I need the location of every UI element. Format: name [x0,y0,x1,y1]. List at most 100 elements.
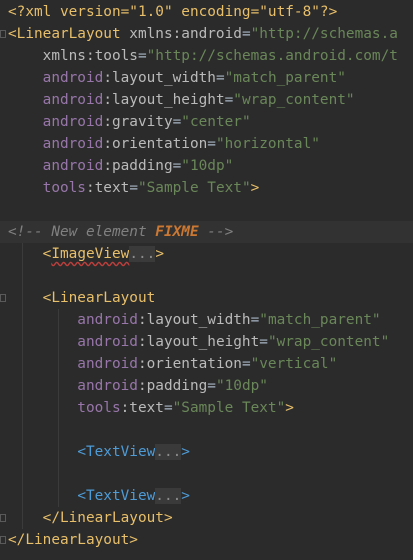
code-token: "vertical" [250,356,338,372]
code-token: :text [85,180,130,196]
code-text: <TextView...> [8,441,190,463]
code-line-blank-3[interactable] [0,419,413,441]
code-token: ImageView [51,246,130,262]
code-text: android:layout_width="match_parent" [8,67,346,89]
fold-toggle-icon[interactable] [0,536,6,544]
code-text: tools:text="Sample Text"> [8,397,294,419]
code-line-root-close[interactable]: </LinearLayout> [0,529,413,551]
fold-toggle-icon[interactable] [0,514,6,522]
indent-guide [22,265,23,287]
code-token: = [241,26,251,42]
code-token: <!-- New element [8,224,156,240]
code-text: </LinearLayout> [8,529,138,551]
code-token: = [259,334,268,350]
code-text: <ImageView...> [8,243,164,265]
code-line-inner-padding[interactable]: android:padding="10dp" [0,375,413,397]
indent-guide [58,419,59,441]
code-text: android:layout_height="wrap_content" [8,89,355,111]
code-text: android:orientation="vertical" [8,353,337,375]
code-text: android:layout_width="match_parent" [8,309,380,331]
code-token: "horizontal" [215,136,320,152]
fold-toggle-icon[interactable] [0,294,6,302]
code-token: android [8,356,138,372]
code-token: :padding [137,378,208,394]
indent-guide [58,463,59,485]
code-token: > [181,444,190,460]
code-token: = [215,70,225,86]
code-token: > [250,180,260,196]
code-token: </LinearLayout> [42,510,173,526]
code-line-inner-tools-text[interactable]: tools:text="Sample Text"> [0,397,413,419]
code-line-blank-2[interactable] [0,265,413,287]
code-line-inner-close[interactable]: </LinearLayout> [0,507,413,529]
code-line-xmlns-tools[interactable]: xmlns:tools="http://schemas.android.com/… [0,45,413,67]
code-line-root-orientation[interactable]: android:orientation="horizontal" [0,133,413,155]
code-token: xmlns:android [129,26,242,42]
code-token: <LinearLayout [42,290,156,306]
code-line-comment[interactable]: <!-- New element FIXME --> [0,221,413,243]
code-line-inner-open[interactable]: <LinearLayout [0,287,413,309]
code-text: <!-- New element FIXME --> [8,221,233,243]
code-token: android [8,378,138,394]
code-editor[interactable]: <?xml version="1.0" encoding="utf-8"?> <L… [0,0,413,560]
code-token: xmlns:tools [8,48,138,64]
code-line-root-gravity[interactable]: android:gravity="center" [0,111,413,133]
code-text: <?xml version="1.0" encoding="utf-8"?> [8,1,337,23]
code-token: android [8,92,104,108]
code-token: android [8,158,104,174]
code-line-root-tools-text[interactable]: tools:text="Sample Text"> [0,177,413,199]
code-token: "center" [181,114,251,130]
code-token: :text [120,400,164,416]
code-line-root-padding[interactable]: android:padding="10dp" [0,155,413,177]
code-token: <LinearLayout [8,26,130,42]
code-text: <TextView...> [8,485,190,507]
code-token: android [8,70,104,86]
code-token: android [8,312,138,328]
code-text: android:layout_height="wrap_content" [8,331,389,353]
code-token: > [155,246,164,262]
code-line-root-height[interactable]: android:layout_height="wrap_content" [0,89,413,111]
code-line-blank-4[interactable] [0,463,413,485]
code-token: <TextView [77,444,156,460]
code-token: = [250,312,260,328]
code-token: :orientation [137,356,242,372]
code-text: android:gravity="center" [8,111,251,133]
code-token: > [181,488,190,504]
code-token: tools [8,400,121,416]
code-text: </LinearLayout> [8,507,173,529]
code-token: tools [8,180,86,196]
code-line-root-width[interactable]: android:layout_width="match_parent" [0,67,413,89]
code-line-inner-width[interactable]: android:layout_width="match_parent" [0,309,413,331]
code-token: </LinearLayout> [8,532,138,548]
code-token: = [137,48,147,64]
code-token: "http://schemas.a [250,26,398,42]
code-token: "10dp" [215,378,268,394]
code-line-textview-2[interactable]: <TextView...> [0,485,413,507]
code-token: android [8,136,104,152]
code-token: android [8,114,104,130]
code-line-inner-height[interactable]: android:layout_height="wrap_content" [0,331,413,353]
code-token: "http://schemas.android.com/t [146,48,398,64]
code-token: = [163,400,173,416]
fold-toggle-icon[interactable] [0,30,6,38]
code-line-blank-1[interactable] [0,199,413,221]
code-token: = [207,136,216,152]
code-line-root-open[interactable]: <LinearLayout xmlns:android="http://sche… [0,23,413,45]
code-token: :gravity [103,114,173,130]
code-line-inner-orientation[interactable]: android:orientation="vertical" [0,353,413,375]
code-token: = [207,378,216,394]
code-text: xmlns:tools="http://schemas.android.com/… [8,45,398,67]
code-line-pi[interactable]: <?xml version="1.0" encoding="utf-8"?> [0,1,413,23]
code-token: android [8,334,138,350]
folded-region[interactable]: ... [129,246,156,262]
folded-region[interactable]: ... [155,444,182,460]
code-token: > [285,400,294,416]
code-line-imageview[interactable]: <ImageView...> [0,243,413,265]
indent-guide [22,463,23,485]
code-line-textview-1[interactable]: <TextView...> [0,441,413,463]
folded-region[interactable]: ... [155,488,182,504]
code-token: :layout_height [137,334,260,350]
